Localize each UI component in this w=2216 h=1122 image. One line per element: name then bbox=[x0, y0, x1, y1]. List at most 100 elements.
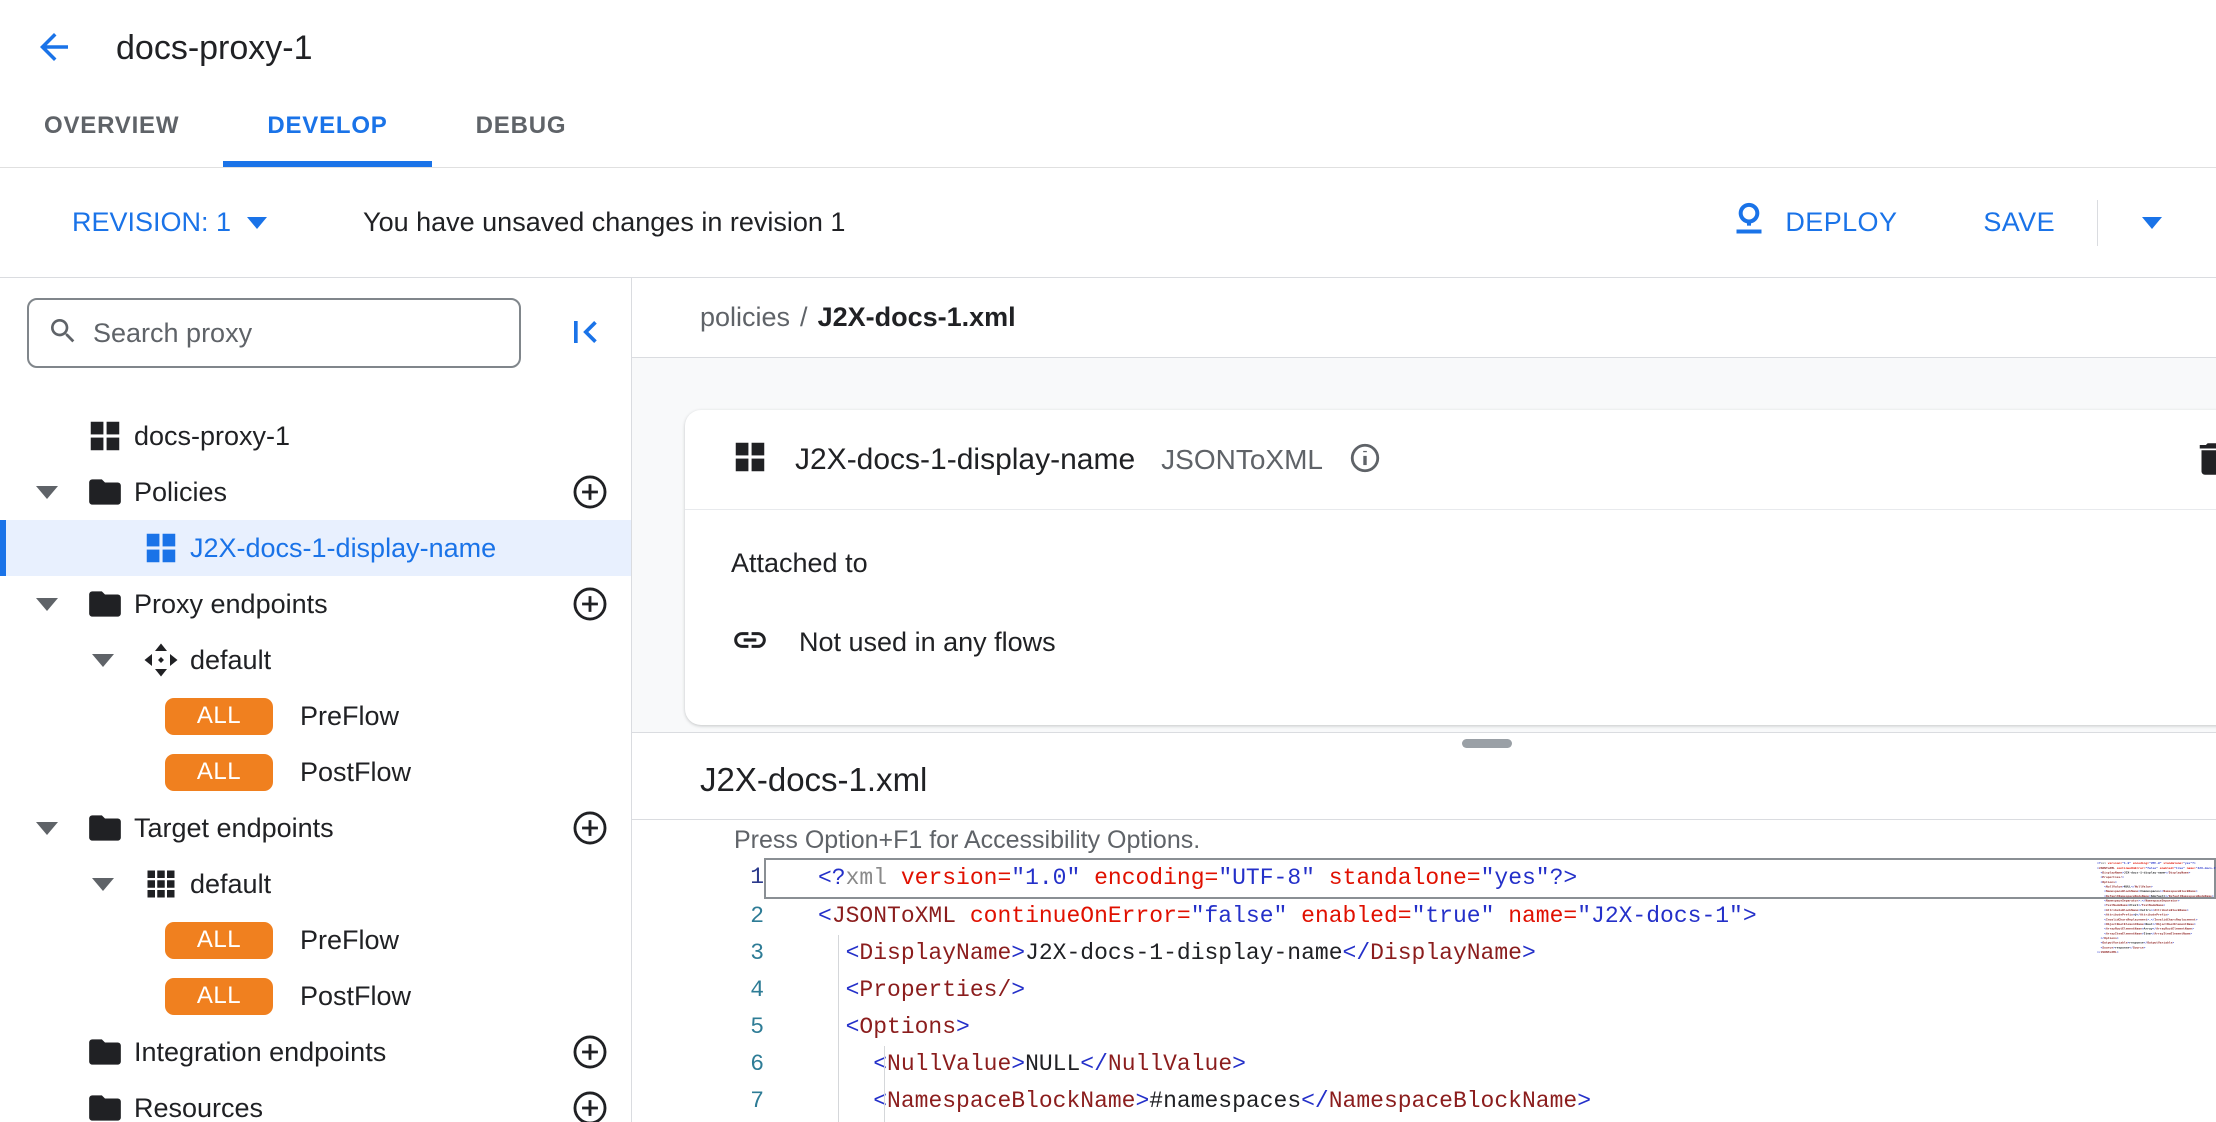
save-options-dropdown[interactable] bbox=[2128, 199, 2176, 247]
sidebar-item-policies[interactable]: Policies bbox=[0, 464, 631, 520]
attachment-status: Not used in any flows bbox=[799, 627, 1056, 658]
folder-icon bbox=[86, 809, 124, 847]
attached-to-label: Attached to bbox=[731, 548, 2200, 579]
sidebar-item-postflow[interactable]: ALL PostFlow bbox=[0, 744, 631, 800]
folder-icon bbox=[86, 1089, 124, 1122]
policy-info-button[interactable] bbox=[1347, 442, 1383, 478]
line-number: 3 bbox=[632, 935, 764, 972]
line-number: 6 bbox=[632, 1046, 764, 1083]
folder-icon bbox=[86, 1033, 124, 1071]
add-button[interactable] bbox=[571, 810, 609, 848]
minimap[interactable]: <?xml version="1.0" encoding="UTF-8" sta… bbox=[2097, 861, 2216, 996]
plus-circle-icon bbox=[571, 1033, 609, 1074]
plus-circle-icon bbox=[571, 1089, 609, 1122]
expand-arrow-icon[interactable] bbox=[86, 878, 142, 891]
tree-item-label: J2X-docs-1-display-name bbox=[190, 533, 496, 564]
collapse-sidebar-button[interactable] bbox=[561, 309, 609, 357]
code-line[interactable]: 6 <NullValue>NULL</NullValue> bbox=[632, 1046, 2216, 1083]
flow-condition-badge[interactable]: ALL bbox=[165, 922, 273, 959]
tab-bar: OVERVIEW DEVELOP DEBUG bbox=[0, 78, 2216, 168]
tree-item-label: Proxy endpoints bbox=[134, 589, 328, 620]
policy-card: J2X-docs-1-display-name JSONToXML bbox=[685, 410, 2216, 725]
code-line-text[interactable]: <NamespaceBlockName>#namespaces</Namespa… bbox=[764, 1083, 2216, 1120]
proxy-icon bbox=[86, 417, 124, 455]
code-line[interactable]: 3 <DisplayName>J2X-docs-1-display-name</… bbox=[632, 935, 2216, 972]
add-button[interactable] bbox=[571, 1034, 609, 1072]
tree-item-label: default bbox=[190, 869, 271, 900]
info-icon bbox=[1348, 441, 1382, 478]
policy-icon bbox=[142, 529, 180, 567]
code-line[interactable]: 7 <NamespaceBlockName>#namespaces</Names… bbox=[632, 1083, 2216, 1120]
code-line[interactable]: 2<JSONToXML continueOnError="false" enab… bbox=[632, 898, 2216, 935]
code-line[interactable]: 1<?xml version="1.0" encoding="UTF-8" st… bbox=[632, 859, 2216, 898]
code-line-text[interactable]: <Properties/> bbox=[764, 972, 2216, 1009]
tree-item-label: PreFlow bbox=[300, 701, 399, 732]
policy-card-header: J2X-docs-1-display-name JSONToXML bbox=[685, 410, 2216, 510]
tree-item-label: PostFlow bbox=[300, 757, 411, 788]
add-button[interactable] bbox=[571, 474, 609, 512]
breadcrumb-policies[interactable]: policies bbox=[700, 302, 790, 333]
flow-condition-badge[interactable]: ALL bbox=[165, 698, 273, 735]
add-button[interactable] bbox=[571, 586, 609, 624]
revision-actions: DEPLOY SAVE bbox=[1729, 199, 2176, 247]
sidebar-item-resources[interactable]: Resources bbox=[0, 1080, 631, 1122]
sidebar-item-default[interactable]: default bbox=[0, 632, 631, 688]
code-line-text[interactable]: <?xml version="1.0" encoding="UTF-8" sta… bbox=[764, 858, 2216, 899]
breadcrumb-separator: / bbox=[800, 302, 808, 333]
policy-card-body: Attached to Not used in any flows bbox=[685, 510, 2216, 702]
search-icon bbox=[47, 315, 79, 352]
tree-item-label: Policies bbox=[134, 477, 227, 508]
code-line[interactable]: 4 <Properties/> bbox=[632, 972, 2216, 1009]
grid-icon bbox=[142, 865, 180, 903]
sidebar-item-proxy-endpoints[interactable]: Proxy endpoints bbox=[0, 576, 631, 632]
sidebar-item-postflow[interactable]: ALL PostFlow bbox=[0, 968, 631, 1024]
code-editor-section: J2X-docs-1.xml Press Option+F1 for Acces… bbox=[632, 733, 2216, 1122]
tab-develop[interactable]: DEVELOP bbox=[223, 112, 431, 167]
sidebar-item-integration-endpoints[interactable]: Integration endpoints bbox=[0, 1024, 631, 1080]
code-line[interactable]: 5 <Options> bbox=[632, 1009, 2216, 1046]
xml-code-editor[interactable]: <?xml version="1.0" encoding="UTF-8" sta… bbox=[632, 859, 2216, 1120]
link-icon bbox=[731, 621, 769, 664]
expand-arrow-icon[interactable] bbox=[30, 486, 86, 499]
sidebar-item-default[interactable]: default bbox=[0, 856, 631, 912]
delete-policy-button[interactable] bbox=[2190, 438, 2216, 482]
policy-detail-section: J2X-docs-1-display-name JSONToXML bbox=[632, 358, 2216, 733]
expand-arrow-icon[interactable] bbox=[30, 822, 86, 835]
tree-item-label: PostFlow bbox=[300, 981, 411, 1012]
back-button[interactable] bbox=[30, 24, 78, 72]
save-button[interactable]: SAVE bbox=[1983, 207, 2055, 238]
deploy-icon bbox=[1729, 199, 1785, 246]
plus-circle-icon bbox=[571, 585, 609, 626]
proxy-tree: docs-proxy-1 Policies J2X-docs-1-display-n… bbox=[0, 408, 631, 1122]
sidebar-item-preflow[interactable]: ALLPreFlow bbox=[0, 912, 631, 968]
editor-filename: J2X-docs-1.xml bbox=[632, 733, 2216, 820]
code-line-text[interactable]: <JSONToXML continueOnError="false" enabl… bbox=[764, 898, 2216, 935]
tab-debug[interactable]: DEBUG bbox=[432, 112, 611, 167]
tab-overview[interactable]: OVERVIEW bbox=[0, 112, 223, 167]
code-line-text[interactable]: <Options> bbox=[764, 1009, 2216, 1046]
page-title: docs-proxy-1 bbox=[116, 29, 313, 68]
line-number: 1 bbox=[632, 859, 764, 898]
code-line-text[interactable]: <NullValue>NULL</NullValue> bbox=[764, 1046, 2216, 1083]
tree-item-label: docs-proxy-1 bbox=[134, 421, 290, 452]
expand-arrow-icon[interactable] bbox=[86, 654, 142, 667]
add-button[interactable] bbox=[571, 1090, 609, 1122]
sidebar-item-j2x-docs-1-display-name[interactable]: J2X-docs-1-display-name bbox=[0, 520, 631, 576]
sidebar-item-docs-proxy-1[interactable]: docs-proxy-1 bbox=[0, 408, 631, 464]
sidebar-item-preflow[interactable]: ALL PreFlow bbox=[0, 688, 631, 744]
breadcrumb: policies / J2X-docs-1.xml bbox=[632, 278, 2216, 358]
folder-icon bbox=[86, 585, 124, 623]
flow-condition-badge[interactable]: ALL bbox=[165, 978, 273, 1015]
collapse-panel-icon bbox=[563, 310, 607, 357]
search-input[interactable] bbox=[93, 318, 501, 349]
revision-dropdown[interactable]: REVISION: 1 bbox=[72, 207, 267, 238]
sidebar-item-target-endpoints[interactable]: Target endpoints bbox=[0, 800, 631, 856]
code-line-text[interactable]: <DisplayName>J2X-docs-1-display-name</Di… bbox=[764, 935, 2216, 972]
flow-condition-badge[interactable]: ALL bbox=[165, 754, 273, 791]
accessibility-hint: Press Option+F1 for Accessibility Option… bbox=[632, 820, 2216, 859]
tree-item-label: default bbox=[190, 645, 271, 676]
expand-arrow-icon[interactable] bbox=[30, 598, 86, 611]
deploy-button[interactable]: DEPLOY bbox=[1729, 199, 1897, 246]
chevron-down-icon bbox=[247, 217, 267, 229]
panel-resize-handle[interactable] bbox=[1462, 739, 1512, 748]
